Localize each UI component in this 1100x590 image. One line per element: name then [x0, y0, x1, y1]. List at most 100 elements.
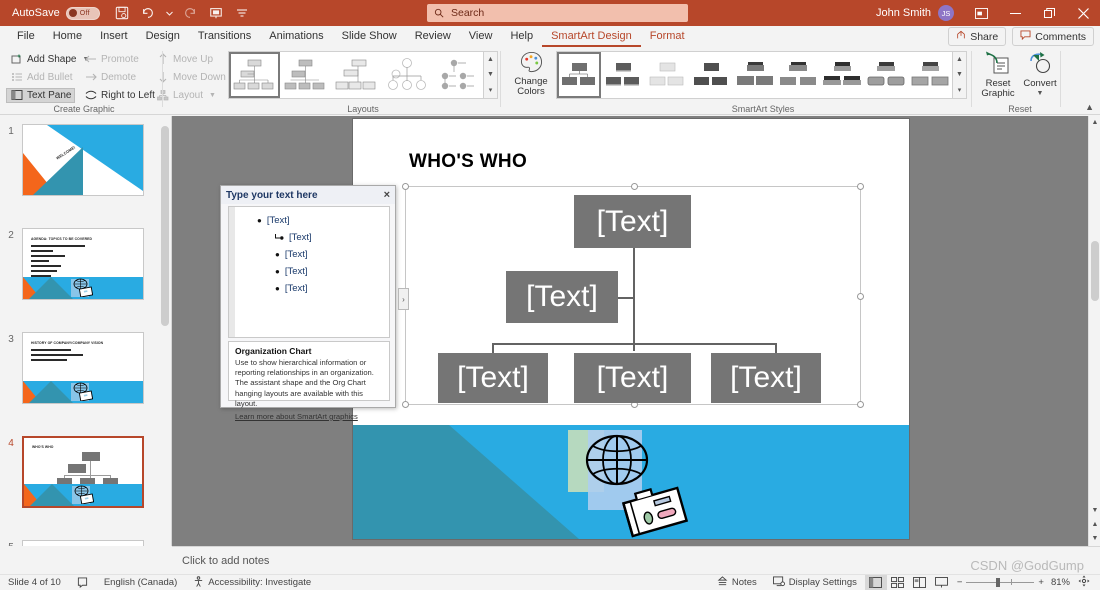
- text-pane-item-3[interactable]: ● [Text]: [275, 249, 308, 260]
- scroll-down-icon[interactable]: ▼: [1089, 504, 1100, 516]
- slide-counter[interactable]: Slide 4 of 10: [0, 577, 69, 588]
- comments-button[interactable]: Comments: [1012, 27, 1094, 46]
- layouts-gallery-scroll[interactable]: ▲ ▼ ▾: [484, 51, 498, 99]
- zoom-out-button[interactable]: −: [957, 577, 963, 588]
- resize-handle-middle-right[interactable]: [857, 293, 864, 300]
- style-option-5[interactable]: [733, 52, 777, 98]
- resize-handle-bottom-left[interactable]: [402, 401, 409, 408]
- thumbnail-preview[interactable]: HISTORY OF COMPANY/COMPANY VISION: [22, 332, 144, 404]
- slide-sorter-view-button[interactable]: [887, 575, 909, 590]
- tab-design[interactable]: Design: [137, 26, 189, 47]
- text-pane-item-5[interactable]: ● [Text]: [275, 283, 308, 294]
- layouts-gallery[interactable]: [228, 51, 484, 99]
- styles-scroll-up-icon[interactable]: ▲: [956, 56, 963, 63]
- tab-file[interactable]: File: [8, 26, 44, 47]
- zoom-slider[interactable]: − + 81%: [953, 575, 1100, 590]
- change-colors-button[interactable]: Change Colors: [507, 51, 555, 109]
- smartart-styles-gallery[interactable]: [556, 51, 953, 99]
- text-pane-toggle-tab[interactable]: ›: [398, 288, 409, 310]
- gallery-scroll-down-icon[interactable]: ▼: [487, 71, 494, 78]
- styles-scroll-down-icon[interactable]: ▼: [956, 71, 963, 78]
- move-down-button[interactable]: Move Down: [152, 70, 230, 85]
- tab-format[interactable]: Format: [641, 26, 694, 47]
- zoom-thumb[interactable]: [996, 578, 1001, 587]
- text-pane-dialog[interactable]: Type your text here × ● [Text] [Text] ● …: [220, 185, 396, 421]
- layout-option-2[interactable]: [280, 52, 331, 98]
- smartart-node-child-3[interactable]: [Text]: [711, 353, 821, 403]
- language-indicator[interactable]: English (Canada): [96, 577, 185, 588]
- style-option-8[interactable]: [864, 52, 908, 98]
- slide-area-scrollbar[interactable]: ▲ ▼ ▲ ▼: [1088, 116, 1100, 546]
- layout-option-org-chart[interactable]: [229, 52, 280, 98]
- text-pane-item-1[interactable]: ● [Text]: [257, 215, 290, 226]
- style-option-6[interactable]: [776, 52, 820, 98]
- collapse-ribbon-icon[interactable]: ▲: [1085, 102, 1094, 112]
- tab-home[interactable]: Home: [44, 26, 91, 47]
- scrollbar-thumb[interactable]: [1091, 241, 1099, 301]
- convert-button[interactable]: Convert ▼: [1020, 51, 1060, 97]
- undo-icon[interactable]: [140, 5, 157, 22]
- display-settings-button[interactable]: Display Settings: [765, 575, 865, 590]
- reset-graphic-button[interactable]: Reset Graphic: [978, 51, 1018, 99]
- layout-dropdown-icon[interactable]: ▼: [209, 92, 216, 99]
- text-pane-item-2[interactable]: [Text]: [275, 232, 312, 243]
- tab-smartart-design[interactable]: SmartArt Design: [542, 26, 641, 47]
- thumbnail-scrollbar-thumb[interactable]: [161, 126, 169, 326]
- style-option-9[interactable]: [908, 52, 952, 98]
- thumbnail-preview[interactable]: AGENDA: TOPICS TO BE COVERED: [22, 228, 144, 300]
- save-icon[interactable]: [114, 5, 131, 22]
- style-option-4[interactable]: [689, 52, 733, 98]
- right-to-left-button[interactable]: Right to Left: [80, 88, 159, 103]
- resize-handle-top-center[interactable]: [631, 183, 638, 190]
- thumbnail-preview[interactable]: WELCOME!: [22, 124, 144, 196]
- minimize-button[interactable]: [998, 0, 1032, 26]
- zoom-level[interactable]: 81%: [1051, 577, 1070, 588]
- zoom-track[interactable]: [966, 578, 1035, 587]
- tab-transitions[interactable]: Transitions: [189, 26, 260, 47]
- restore-button[interactable]: [1032, 0, 1066, 26]
- smartart-node-child-1[interactable]: [Text]: [438, 353, 548, 403]
- convert-dropdown-icon[interactable]: ▼: [1037, 90, 1044, 97]
- thumbnail-slide-4[interactable]: 4 WHO'S WHO: [0, 436, 166, 508]
- layout-option-4[interactable]: [381, 52, 432, 98]
- tab-animations[interactable]: Animations: [260, 26, 332, 47]
- smartart-node-child-2[interactable]: [Text]: [574, 353, 691, 403]
- smartart-selection-frame[interactable]: [Text] [Text] [Text] [Text] [Text]: [402, 183, 864, 408]
- slide-thumbnail-pane[interactable]: 1 WELCOME! 2 AGENDA: TOPICS TO BE COVERE…: [0, 116, 172, 546]
- smartart-node-assistant[interactable]: [Text]: [506, 271, 618, 323]
- learn-more-link[interactable]: Learn more about SmartArt graphics: [235, 412, 383, 421]
- thumbnail-preview[interactable]: WHO'S WHO: [22, 436, 144, 508]
- demote-button[interactable]: Demote: [80, 70, 140, 85]
- style-option-7[interactable]: [820, 52, 864, 98]
- ribbon-display-options-icon[interactable]: [964, 0, 998, 26]
- thumbnail-preview[interactable]: COMPANY POLICIES: [22, 540, 144, 546]
- resize-handle-bottom-right[interactable]: [857, 401, 864, 408]
- gallery-scroll-up-icon[interactable]: ▲: [487, 56, 494, 63]
- notes-pane[interactable]: Click to add notes: [172, 546, 1100, 574]
- customize-qat-icon[interactable]: [234, 5, 251, 22]
- thumbnail-slide-2[interactable]: 2 AGENDA: TOPICS TO BE COVERED: [0, 228, 166, 300]
- promote-button[interactable]: Promote: [80, 52, 143, 67]
- share-button[interactable]: Share: [948, 27, 1007, 46]
- layout-option-5[interactable]: [432, 52, 483, 98]
- search-box[interactable]: Search: [427, 4, 688, 22]
- autosave-control[interactable]: AutoSave Off: [12, 6, 100, 20]
- previous-slide-icon[interactable]: ▲: [1089, 518, 1100, 530]
- resize-handle-top-right[interactable]: [857, 183, 864, 190]
- thumbnail-scrollbar[interactable]: [160, 116, 171, 546]
- styles-more-icon[interactable]: ▾: [958, 87, 962, 94]
- fit-to-window-icon[interactable]: [1078, 575, 1090, 590]
- redo-icon[interactable]: [182, 5, 199, 22]
- reading-view-button[interactable]: [909, 575, 931, 590]
- smartart-styles-scroll[interactable]: ▲ ▼ ▾: [953, 51, 967, 99]
- close-button[interactable]: [1066, 0, 1100, 26]
- zoom-in-button[interactable]: +: [1038, 577, 1044, 588]
- resize-handle-top-left[interactable]: [402, 183, 409, 190]
- tab-review[interactable]: Review: [406, 26, 460, 47]
- next-slide-icon[interactable]: ▼: [1089, 532, 1100, 544]
- close-icon[interactable]: ×: [384, 189, 390, 201]
- spell-check-icon[interactable]: [69, 577, 96, 588]
- smartart-node-top[interactable]: [Text]: [574, 195, 691, 248]
- thumbnail-slide-5[interactable]: 5 COMPANY POLICIES: [0, 540, 166, 546]
- text-pane-list[interactable]: ● [Text] [Text] ● [Text] ● [Text] ● [Tex…: [228, 206, 390, 338]
